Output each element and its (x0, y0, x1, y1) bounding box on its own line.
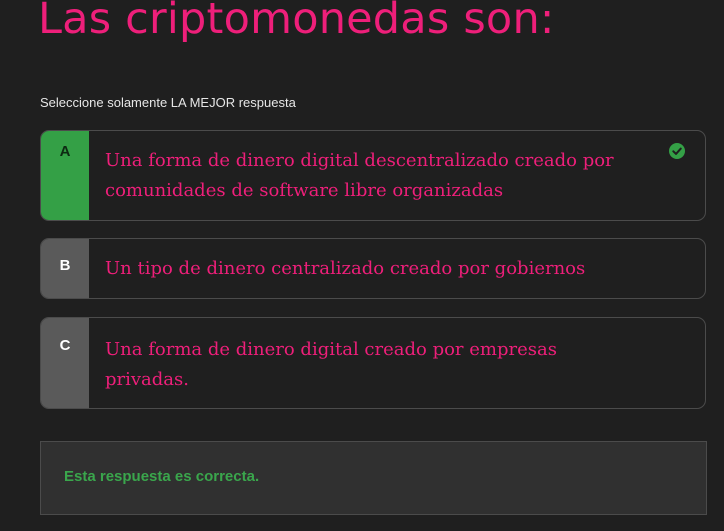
option-text: Un tipo de dinero centralizado creado po… (105, 258, 586, 279)
check-circle-icon (669, 143, 685, 159)
answer-option-a[interactable]: A Una forma de dinero digital descentral… (40, 130, 706, 221)
option-letter: A (59, 143, 71, 160)
answer-option-c[interactable]: C Una forma de dinero digital creado por… (40, 317, 706, 409)
feedback-text: Esta respuesta es correcta. (64, 468, 260, 485)
feedback-panel: Esta respuesta es correcta. (40, 441, 707, 515)
answer-option-b[interactable]: B Un tipo de dinero centralizado creado … (40, 238, 706, 299)
question-title: Las criptomonedas son: (38, 0, 555, 44)
option-letter: C (59, 337, 71, 354)
option-letter-box: B (41, 239, 89, 298)
option-text: Una forma de dinero digital creado por e… (105, 339, 557, 390)
question-instruction: Seleccione solamente LA MEJOR respuesta (40, 95, 296, 110)
option-letter-box: A (41, 131, 89, 220)
option-letter-box: C (41, 318, 89, 408)
option-letter: B (59, 257, 71, 274)
option-text: Una forma de dinero digital descentraliz… (105, 150, 614, 201)
